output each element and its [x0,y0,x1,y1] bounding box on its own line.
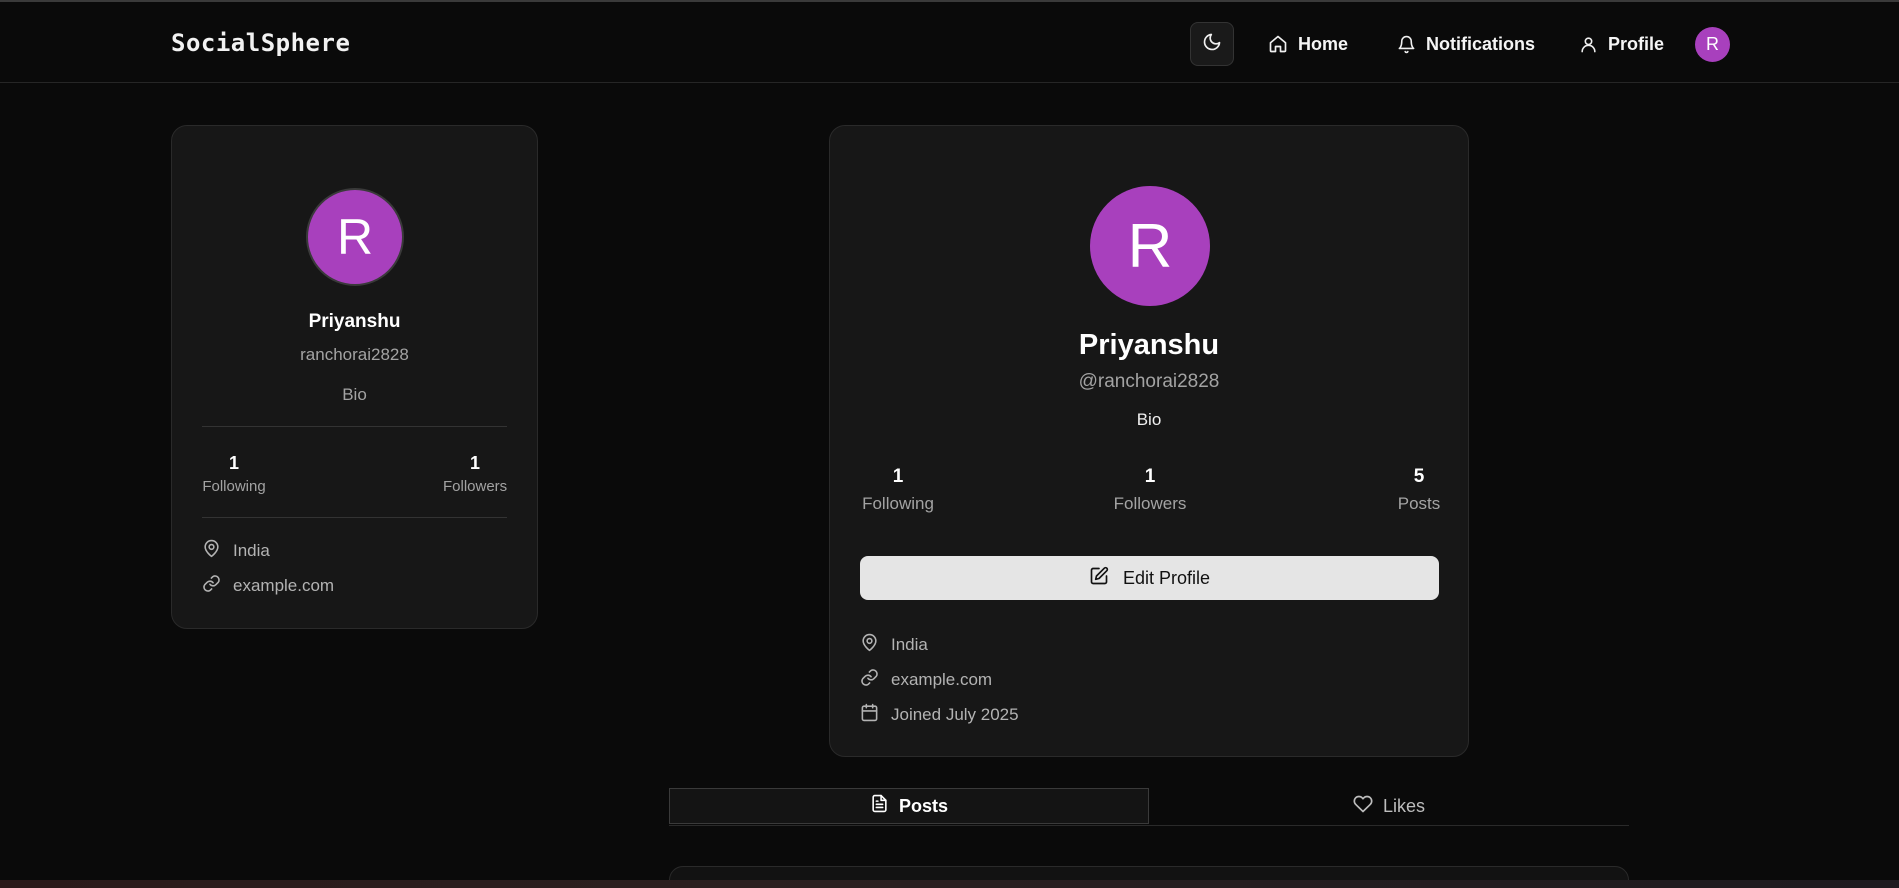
sidebar-name[interactable]: Priyanshu [172,311,537,333]
edit-profile-label: Edit Profile [1122,567,1211,588]
calendar-icon [860,703,879,727]
edit-icon [1089,566,1109,591]
top-navbar: SocialSphere Home Notifications Profile … [0,2,1899,83]
profile-handle: @ranchorai2828 [1078,371,1220,392]
tab-posts-label: Posts [898,795,949,816]
theme-toggle-button[interactable] [1190,22,1234,66]
stat-label: Posts [1397,494,1441,513]
profile-location: India [860,633,928,657]
sidebar-stat-following[interactable]: 1 Following [202,453,266,495]
file-text-icon [870,794,889,818]
joined-text: Joined July 2025 [891,705,1019,724]
divider [202,517,507,518]
sidebar-username: ranchorai2828 [300,345,409,364]
profile-name: Priyanshu [1078,329,1220,361]
stat-value: 1 [1144,466,1156,487]
stat-label: Followers [443,478,508,495]
stat-value: 5 [1413,466,1425,487]
brand-logo[interactable]: SocialSphere [171,29,350,57]
stat-value: 1 [228,453,239,473]
profile-stat-followers[interactable]: 1 Followers [1111,466,1189,514]
nav-profile-label: Profile [1608,33,1665,54]
edit-profile-button[interactable]: Edit Profile [860,556,1439,600]
link-icon [202,574,221,598]
sidebar-avatar[interactable]: R [306,188,404,286]
user-icon [1579,35,1598,54]
main-profile-card: R Priyanshu @ranchorai2828 Bio 1 Followi… [829,125,1469,757]
sidebar-stat-followers[interactable]: 1 Followers [443,453,507,495]
profile-stat-following[interactable]: 1 Following [860,466,936,514]
stat-value: 1 [469,453,480,473]
page: SocialSphere Home Notifications Profile … [0,0,1899,888]
nav-home-link[interactable]: Home [1268,30,1348,58]
location-text: India [233,541,270,560]
stat-label: Followers [1113,494,1187,513]
profile-stat-posts[interactable]: 5 Posts [1397,466,1441,514]
tab-likes[interactable]: Likes [1149,788,1629,824]
moon-icon [1202,32,1222,57]
tab-likes-label: Likes [1382,795,1426,816]
nav-notifications-label: Notifications [1426,33,1536,54]
location-text: India [891,635,928,654]
profile-tabs: Posts Likes [669,788,1629,826]
user-avatar[interactable]: R [1695,27,1730,62]
stat-label: Following [202,478,266,495]
nav-profile-link[interactable]: Profile [1579,30,1664,58]
profile-avatar: R [1090,186,1210,306]
tab-posts[interactable]: Posts [669,788,1149,824]
home-icon [1268,34,1288,54]
map-pin-icon [202,539,221,563]
sidebar-bio: Bio [342,385,367,404]
stat-value: 1 [892,466,904,487]
stat-label: Following [862,494,934,513]
divider [202,426,507,427]
bell-icon [1397,35,1416,54]
nav-home-label: Home [1298,33,1349,54]
website-text[interactable]: example.com [233,576,334,596]
map-pin-icon [860,633,879,657]
link-icon [860,668,879,692]
sidebar-profile-card: R Priyanshu ranchorai2828 Bio 1 Followin… [171,125,538,629]
sidebar-location: India [202,539,270,563]
heart-icon [1353,794,1373,819]
profile-joined-date: Joined July 2025 [860,703,1019,727]
nav-notifications-link[interactable]: Notifications [1397,30,1535,58]
profile-bio: Bio [1136,410,1162,429]
sidebar-website[interactable]: example.com [202,574,334,598]
profile-website[interactable]: example.com [860,668,992,692]
website-text[interactable]: example.com [891,670,992,690]
os-taskbar-edge [0,880,1899,888]
